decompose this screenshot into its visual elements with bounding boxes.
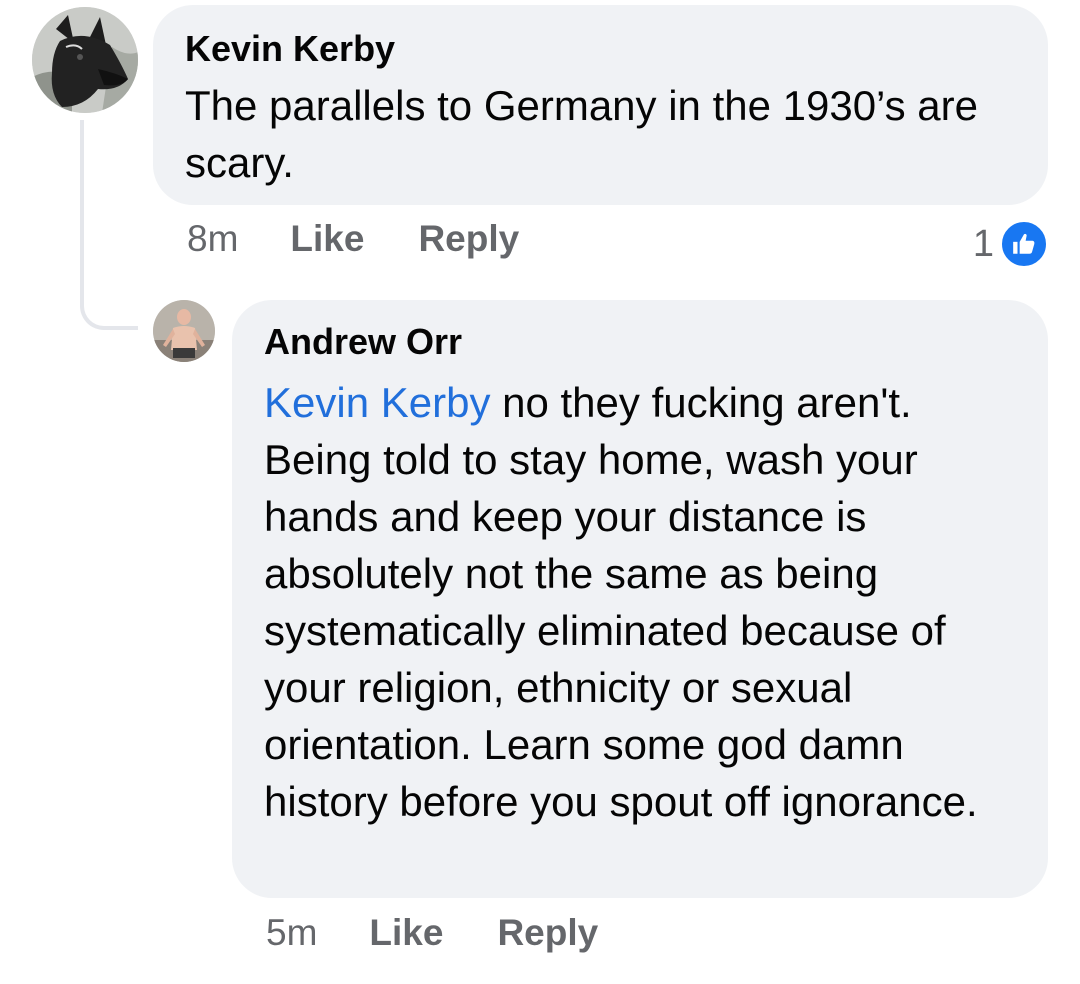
comment-thread: Kevin Kerby The parallels to Germany in …	[0, 0, 1080, 984]
comment-text: Kevin Kerby no they fucking aren't. Bein…	[264, 374, 1016, 830]
reply-thread-connector	[80, 120, 138, 330]
person-avatar-icon	[153, 300, 215, 362]
dog-avatar-icon	[32, 7, 138, 113]
reaction-summary[interactable]: 1	[973, 220, 1048, 268]
comment-actions: 8m Like Reply	[187, 218, 573, 260]
avatar-andrew-orr[interactable]	[153, 300, 215, 362]
like-button[interactable]: Like	[369, 912, 443, 954]
comment-timestamp[interactable]: 5m	[266, 912, 317, 954]
mention-link[interactable]: Kevin Kerby	[264, 379, 490, 426]
reaction-count: 1	[972, 222, 994, 265]
comment-actions: 5m Like Reply	[266, 912, 652, 954]
reply-button[interactable]: Reply	[418, 218, 519, 260]
comment-body: no they fucking aren't. Being told to st…	[264, 379, 978, 825]
comment-author[interactable]: Andrew Orr	[264, 320, 1016, 364]
reply-button[interactable]: Reply	[497, 912, 598, 954]
comment-bubble: Andrew Orr Kevin Kerby no they fucking a…	[232, 300, 1048, 898]
avatar-kevin-kerby[interactable]	[32, 7, 138, 113]
like-button[interactable]: Like	[290, 218, 364, 260]
thumbs-up-icon	[1000, 220, 1048, 268]
comment-bubble: Kevin Kerby The parallels to Germany in …	[153, 5, 1048, 205]
comment-author[interactable]: Kevin Kerby	[185, 27, 1016, 71]
comment-text: The parallels to Germany in the 1930’s a…	[185, 82, 978, 186]
comment-timestamp[interactable]: 8m	[187, 218, 238, 260]
